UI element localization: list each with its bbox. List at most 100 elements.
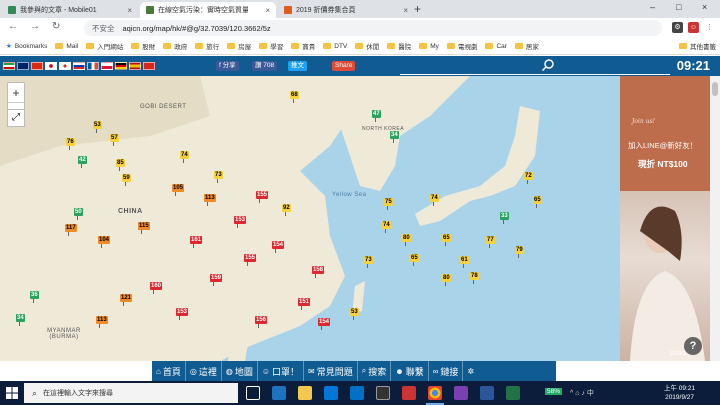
aqi-marker[interactable]: 34 xyxy=(16,314,25,326)
zoom-in-button[interactable]: + xyxy=(8,83,24,103)
minimize-button[interactable]: – xyxy=(650,2,655,12)
aqi-marker[interactable]: 151 xyxy=(298,298,311,310)
taskbar-search-input[interactable]: ⌕ 在這裡輸入文字來搜尋 xyxy=(24,383,238,403)
flag-japan-icon[interactable] xyxy=(45,62,57,70)
aqi-marker[interactable]: 33 xyxy=(500,212,509,224)
bookmark-drama[interactable]: 電視劇 xyxy=(446,41,477,51)
aqi-marker[interactable]: 65 xyxy=(410,254,419,266)
bookmark-house[interactable]: 房屋 xyxy=(227,41,251,51)
taskbar-clock[interactable]: 上午 09:21 2019/9/27 xyxy=(664,384,695,402)
aqi-marker[interactable]: 72 xyxy=(524,172,533,184)
flag-iran-icon[interactable] xyxy=(3,62,15,70)
aqi-marker[interactable]: 92 xyxy=(282,204,291,216)
bookmark-star[interactable]: ★ Bookmarks xyxy=(6,42,47,51)
bookmark-leisure[interactable]: 休閒 xyxy=(355,41,379,51)
aqi-marker[interactable]: 104 xyxy=(98,236,111,248)
word-icon[interactable] xyxy=(480,386,494,400)
bookmark-baby[interactable]: 寶貴 xyxy=(291,41,315,51)
aqi-marker[interactable]: 154 xyxy=(318,318,331,330)
reload-icon[interactable]: ↻ xyxy=(52,21,60,32)
facebook-like-button[interactable]: 讚 708 xyxy=(252,61,278,71)
bookmark-my[interactable]: My xyxy=(419,43,439,50)
aqi-marker[interactable]: 85 xyxy=(116,159,125,171)
aqi-marker[interactable]: 57 xyxy=(110,134,119,146)
nav-links[interactable]: ∞ 鏈接 xyxy=(429,361,464,381)
aqi-marker[interactable]: 65 xyxy=(442,234,451,246)
extension-icon[interactable]: ⚙ xyxy=(672,22,683,33)
aqi-marker[interactable]: 117 xyxy=(65,224,77,236)
store-icon[interactable] xyxy=(324,386,338,400)
tab-close-icon[interactable]: × xyxy=(127,6,132,15)
tab-close-icon[interactable]: × xyxy=(403,6,408,15)
aqi-marker[interactable]: 34 xyxy=(390,131,399,143)
flag-germany-icon[interactable] xyxy=(115,62,127,70)
aqi-marker[interactable]: 154 xyxy=(272,241,285,253)
profile-icon[interactable]: ☺ xyxy=(688,22,699,33)
aqi-marker[interactable]: 42 xyxy=(78,156,87,168)
flag-vietnam-icon[interactable] xyxy=(143,62,155,70)
bookmark-portal[interactable]: 入門網站 xyxy=(86,41,123,51)
nav-mask[interactable]: ☺ 口罩！ xyxy=(258,361,305,381)
bookmark-dtv[interactable]: DTV xyxy=(323,43,347,50)
aqi-marker[interactable]: 79 xyxy=(515,246,524,258)
aqi-marker[interactable]: 78 xyxy=(470,272,479,284)
aqi-marker[interactable]: 50 xyxy=(74,208,83,220)
aqi-marker[interactable]: 59 xyxy=(122,174,131,186)
app-red-icon[interactable] xyxy=(402,386,416,400)
scrollbar-thumb[interactable] xyxy=(712,82,718,96)
aqi-marker[interactable]: 74 xyxy=(382,221,391,233)
app-purple-icon[interactable] xyxy=(454,386,468,400)
site-search-input[interactable] xyxy=(400,74,670,75)
aqi-marker[interactable]: 47 xyxy=(372,110,381,122)
page-scrollbar[interactable] xyxy=(710,76,720,361)
bookmark-learn[interactable]: 學習 xyxy=(259,41,283,51)
aqi-marker[interactable]: 77 xyxy=(486,236,495,248)
mail-icon[interactable] xyxy=(350,386,364,400)
tab-aqicn[interactable]: 在線空氣污染：實時空氣質量指數地圖 × xyxy=(140,2,276,18)
nav-settings[interactable]: ✲ xyxy=(463,361,480,381)
nav-contact[interactable]: ☻ 聯繫 xyxy=(391,361,429,381)
omnibox[interactable]: 不安全 aqicn.org/map/hk/#@g/32.7039/120.366… xyxy=(84,20,662,36)
task-view-icon[interactable] xyxy=(246,386,260,400)
aqi-marker[interactable]: 156 xyxy=(255,316,268,328)
flag-uk-icon[interactable] xyxy=(17,62,29,70)
aqi-marker[interactable]: 155 xyxy=(256,191,269,203)
nav-here[interactable]: ◎ 這裡 xyxy=(186,361,222,381)
maximize-button[interactable]: □ xyxy=(676,2,681,12)
advertisement[interactable]: Join us! 加入LINE@新好友！ 現折 NT$100 2019/9/27… xyxy=(620,76,710,361)
aqi-marker[interactable]: 160 xyxy=(150,282,163,294)
bookmark-other[interactable]: 其他書籤 xyxy=(679,41,716,51)
battery-indicator[interactable]: 58% xyxy=(545,388,563,395)
aqi-marker[interactable]: 73 xyxy=(364,256,373,268)
app-icon[interactable] xyxy=(376,386,390,400)
flag-france-icon[interactable] xyxy=(87,62,99,70)
flag-china-icon[interactable] xyxy=(31,62,43,70)
edge-icon[interactable] xyxy=(272,386,286,400)
aqi-marker[interactable]: 113 xyxy=(96,316,108,328)
url-text[interactable]: aqicn.org/map/hk/#@g/32.7039/120.3662/5z xyxy=(123,24,271,33)
aqi-marker[interactable]: 105 xyxy=(172,184,185,196)
tab-close-icon[interactable]: × xyxy=(265,6,270,15)
aqi-marker[interactable]: 80 xyxy=(402,234,411,246)
aqi-marker[interactable]: 153 xyxy=(234,216,247,228)
back-icon[interactable]: ← xyxy=(8,21,18,32)
flag-russia-icon[interactable] xyxy=(73,62,85,70)
new-tab-button[interactable]: + xyxy=(414,2,421,16)
nav-faq[interactable]: ✉ 常見問題 xyxy=(304,361,358,381)
aqi-marker[interactable]: 159 xyxy=(210,274,223,286)
nav-search[interactable]: ⌕ 搜索 xyxy=(358,361,392,381)
fullscreen-icon[interactable]: ⤢ xyxy=(7,109,25,127)
bookmark-gov[interactable]: 政府 xyxy=(163,41,187,51)
tab-coupons[interactable]: 2019 折價券集合頁 × xyxy=(278,2,414,18)
menu-icon[interactable]: ⋮ xyxy=(704,22,715,33)
windows-start-icon[interactable] xyxy=(6,387,18,399)
search-icon[interactable] xyxy=(541,58,555,72)
nav-home[interactable]: ⌂ 首頁 xyxy=(152,361,186,381)
tab-mobile01[interactable]: 我參與的文章 - Mobile01 × xyxy=(2,2,138,18)
close-window-button[interactable]: × xyxy=(702,2,707,12)
flag-poland-icon[interactable] xyxy=(101,62,113,70)
aqi-marker[interactable]: 115 xyxy=(138,222,150,234)
bookmark-car[interactable]: Car xyxy=(485,43,507,50)
aqi-marker[interactable]: 158 xyxy=(312,266,325,278)
aqi-marker[interactable]: 73 xyxy=(214,171,223,183)
